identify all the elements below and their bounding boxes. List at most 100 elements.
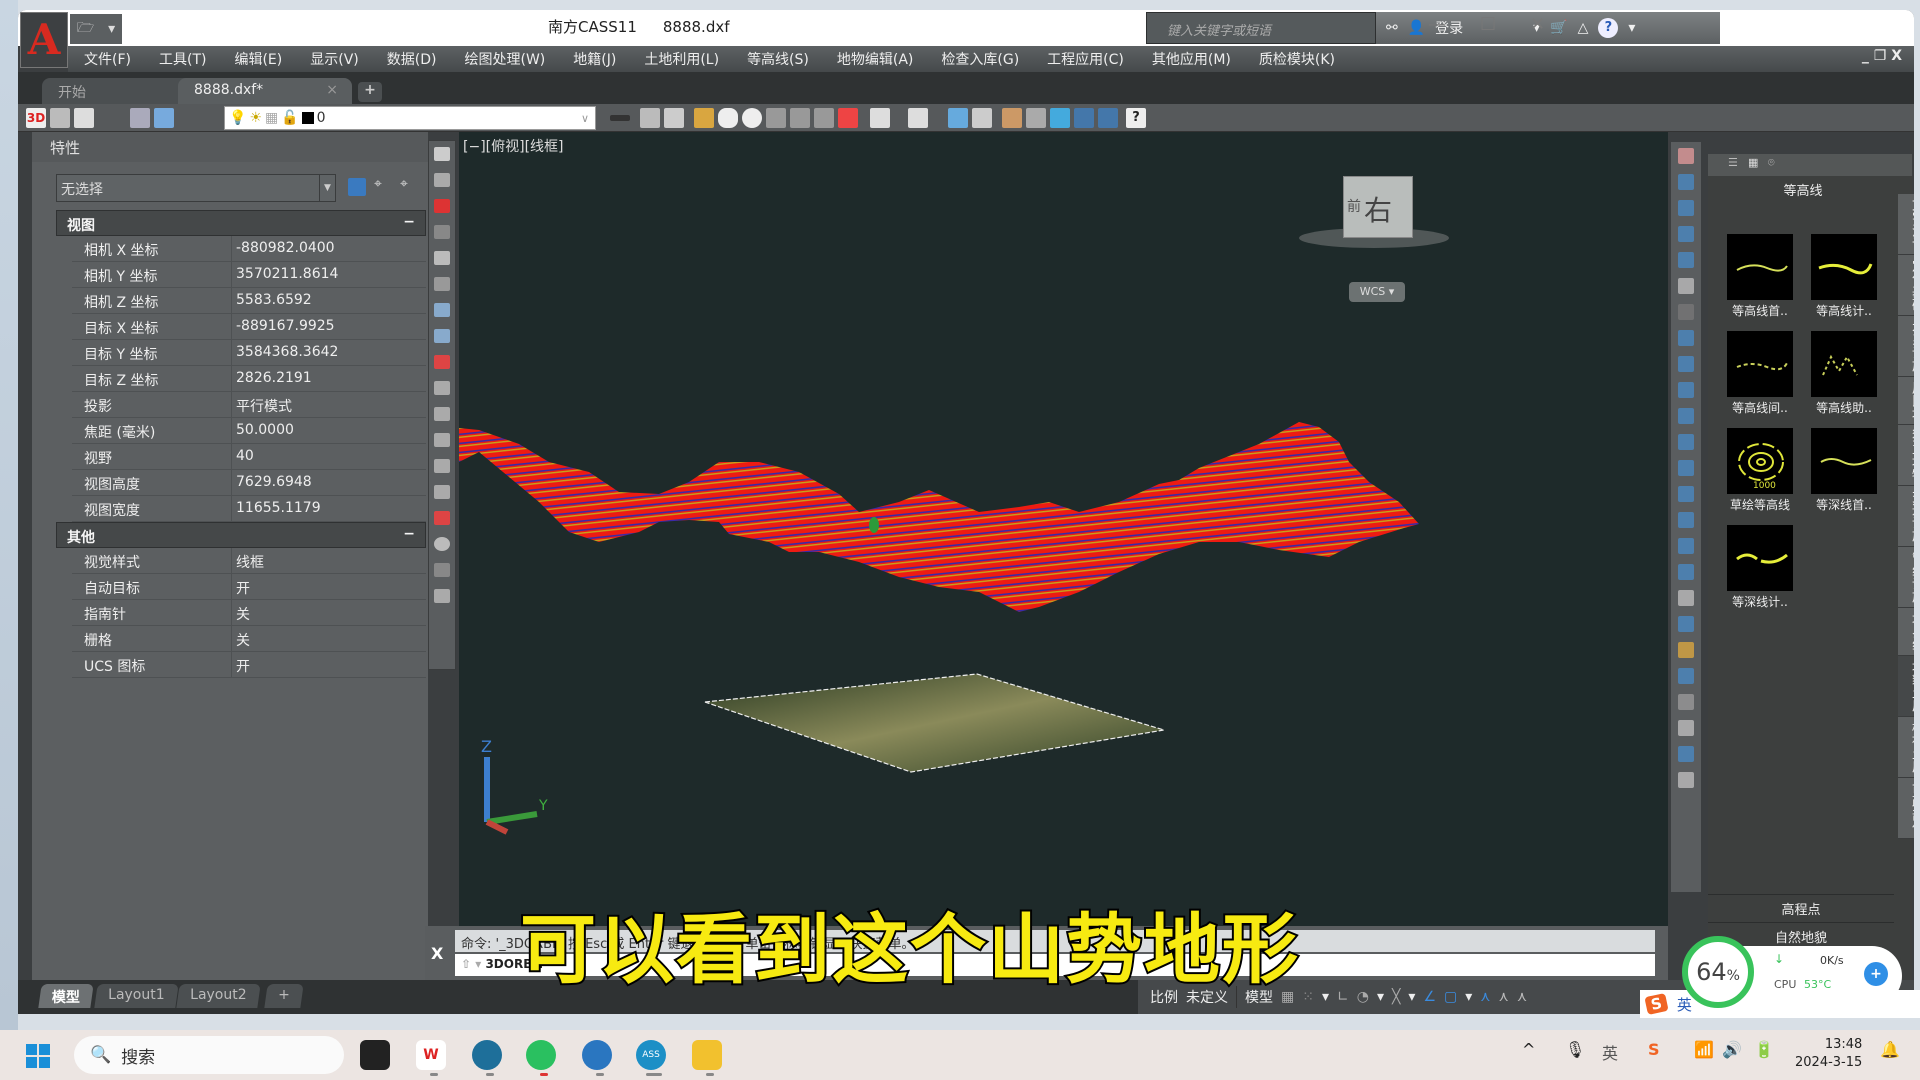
tool-icon[interactable] (434, 563, 450, 577)
keyword-search-input[interactable]: 键入关键字或短语 (1146, 12, 1376, 44)
menu-drawing[interactable]: 绘图处理(W) (464, 49, 545, 69)
add-layout-button[interactable]: + (264, 984, 304, 1008)
taskbar-clock[interactable]: 13:48 2024-3-15 (1795, 1036, 1862, 1072)
tool-icon[interactable] (434, 251, 450, 265)
notification-icon[interactable]: 🔔 (1880, 1040, 1900, 1059)
property-row[interactable]: 视图高度 7629.6948 (72, 470, 426, 496)
property-row[interactable]: 相机 Z 坐标 5583.6592 (72, 288, 426, 314)
palette-side-tab[interactable]: 管线设施 (1898, 547, 1914, 608)
menu-contour[interactable]: 等高线(S) (747, 49, 809, 69)
tool-icon[interactable] (434, 173, 450, 187)
property-value[interactable]: 2826.2191 (232, 366, 312, 391)
select-icon[interactable] (1050, 108, 1070, 128)
tool-icon[interactable] (1678, 616, 1694, 632)
volume-icon[interactable]: 🔊 (1722, 1040, 1742, 1059)
property-row[interactable]: 相机 X 坐标 -880982.0400 (72, 236, 426, 262)
tool-icon[interactable] (434, 407, 450, 421)
help-icon[interactable]: ? (1598, 18, 1619, 38)
tool-icon[interactable] (1678, 356, 1694, 372)
annotation-visibility-icon[interactable]: ⋏ (1480, 989, 1490, 1005)
file-explorer-icon[interactable] (692, 1040, 722, 1070)
pan-hand-icon[interactable] (718, 108, 738, 128)
tool-icon[interactable] (434, 329, 450, 343)
binoculars-icon[interactable]: ⚯ (1386, 20, 1398, 36)
tool-icon[interactable] (1678, 590, 1694, 606)
palette-side-tab[interactable]: 文字注记 (1898, 194, 1914, 255)
palette-tool-item[interactable]: 等高线计.. (1804, 234, 1884, 319)
palette-side-tab[interactable]: 境界线 (1898, 608, 1914, 656)
menu-other[interactable]: 其他应用(M) (1152, 49, 1231, 69)
battery-icon[interactable]: 🔋 (1754, 1040, 1774, 1059)
snap-icon[interactable]: ⁙ (1302, 989, 1314, 1005)
tool-icon[interactable] (1678, 252, 1694, 268)
property-row[interactable]: 自动目标开 (72, 574, 426, 600)
tray-ime-indicator[interactable]: 英 (1602, 1040, 1618, 1064)
menu-feature-edit[interactable]: 地物编辑(A) (837, 49, 914, 69)
tool-icon[interactable] (434, 147, 450, 161)
property-value[interactable]: 3570211.8614 (232, 262, 338, 287)
property-value[interactable]: 关 (232, 626, 250, 651)
wechat-icon[interactable] (526, 1040, 556, 1070)
property-value[interactable]: 开 (232, 652, 250, 677)
ime-language-toggle[interactable]: 英 (1677, 994, 1692, 1015)
redo-icon[interactable] (908, 108, 928, 128)
palette-tool-item[interactable]: 等高线首.. (1720, 234, 1800, 319)
tool-icon[interactable] (1678, 720, 1694, 736)
tool-icon[interactable] (1678, 304, 1694, 320)
isodraft-dropdown-icon[interactable]: ▾ (1408, 989, 1415, 1005)
property-row[interactable]: 目标 X 坐标 -889167.9925 (72, 314, 426, 340)
menu-cadastre[interactable]: 地籍(J) (573, 49, 616, 69)
snap-dropdown-icon[interactable]: ▾ (1322, 989, 1329, 1005)
help-dropdown-icon[interactable]: ▾ (1628, 20, 1635, 36)
select-objects-icon[interactable]: ⌖ (374, 176, 382, 192)
system-monitor-widget[interactable]: 64% ↓ 0K/s CPU 53°C + (1682, 936, 1902, 1008)
layer-state-icon[interactable] (154, 108, 174, 128)
pencil-icon[interactable] (694, 108, 714, 128)
property-value[interactable]: 50.0000 (232, 418, 294, 443)
tool-icon[interactable] (434, 511, 450, 525)
collapse-icon[interactable]: − (403, 214, 415, 230)
tool-icon[interactable] (1678, 512, 1694, 528)
design-center-icon[interactable] (972, 108, 992, 128)
snap-point-icon[interactable] (1026, 108, 1046, 128)
property-row[interactable]: 视觉样式 线框 (72, 548, 426, 574)
tool-icon[interactable] (1678, 564, 1694, 580)
tool-icon[interactable] (1678, 200, 1694, 216)
drawing-viewport[interactable]: [−][俯视][线框] Z Y 右 前 WCS ▾ (459, 132, 1668, 926)
zoom-realtime-icon[interactable] (742, 108, 762, 128)
menu-check-import[interactable]: 检查入库(G) (941, 49, 1019, 69)
sogou-logo-icon[interactable]: S (1644, 993, 1669, 1015)
wcs-menu-button[interactable]: WCS ▾ (1349, 282, 1405, 302)
location-pin-icon[interactable]: ⌾ (1768, 156, 1775, 170)
menu-data[interactable]: 数据(D) (387, 49, 437, 69)
tool-icon[interactable] (1678, 538, 1694, 554)
list-view-icon[interactable]: ☰ (1728, 156, 1738, 169)
property-row[interactable]: 栅格关 (72, 626, 426, 652)
workspace-icon[interactable]: ⋏ (1517, 989, 1527, 1005)
tab-start[interactable]: 开始 (42, 78, 192, 104)
3d-toggle-icon[interactable]: 3D (26, 108, 46, 128)
maximize-button[interactable]: ☐ (1480, 14, 1496, 35)
toggle-pickadd-icon[interactable] (348, 178, 366, 196)
minimize-button[interactable]: — (1428, 14, 1446, 35)
open-icon[interactable] (640, 108, 660, 128)
property-value[interactable]: 开 (232, 574, 250, 599)
property-row[interactable]: 视图宽度 11655.1179 (72, 496, 426, 522)
sogou-tray-icon[interactable]: S (1648, 1040, 1660, 1059)
palette-side-tab[interactable]: 地貌土质 (1898, 656, 1914, 717)
match-properties-icon[interactable] (1002, 108, 1022, 128)
property-value[interactable]: 11655.1179 (232, 496, 321, 521)
accelerate-button[interactable]: + (1864, 962, 1888, 986)
line-tool-icon[interactable] (1074, 108, 1094, 128)
zoom-target-icon[interactable] (838, 108, 858, 128)
palette-side-tab[interactable]: 市政部件 (1898, 778, 1914, 839)
tab-layout2[interactable]: Layout2 (176, 984, 261, 1008)
palette-tool-item[interactable]: 等高线助.. (1804, 331, 1884, 416)
save-icon[interactable] (664, 108, 684, 128)
tool-icon[interactable] (1678, 460, 1694, 476)
task-view-icon[interactable] (360, 1040, 390, 1070)
palette-side-tab[interactable]: 水系设施 (1898, 316, 1914, 377)
command-close-button[interactable]: X (431, 944, 443, 963)
tool-icon[interactable] (1678, 642, 1694, 658)
polar-icon[interactable]: ◔ (1357, 989, 1369, 1005)
